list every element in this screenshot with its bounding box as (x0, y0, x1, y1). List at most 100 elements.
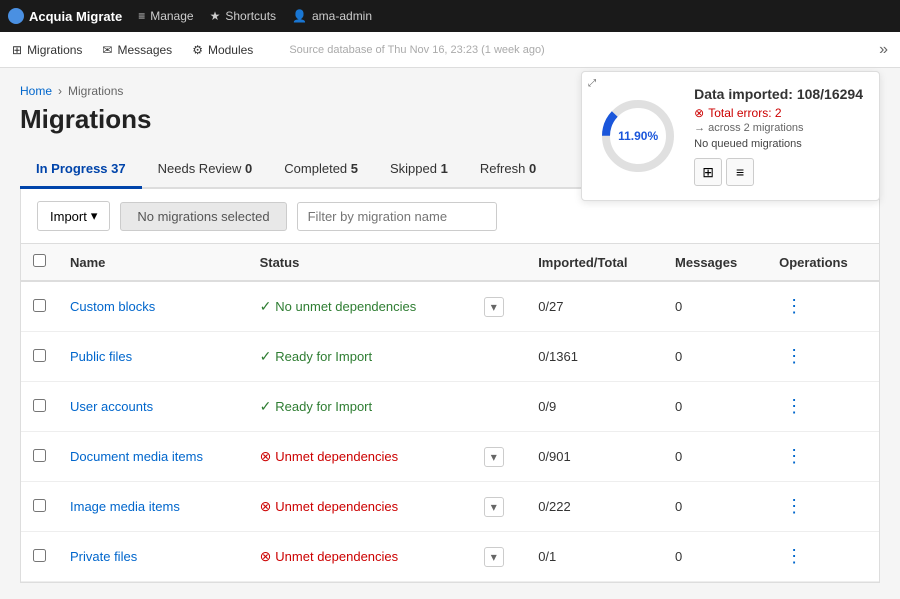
user-nav-item[interactable]: 👤 ama-admin (292, 9, 372, 23)
row-status-cell: ✓ No unmet dependencies (248, 281, 466, 332)
operations-menu-button[interactable]: ⋮ (779, 444, 809, 469)
tab-skipped[interactable]: Skipped 1 (374, 151, 464, 189)
tab-in-progress-count: 37 (111, 161, 125, 176)
status-text: No unmet dependencies (275, 299, 416, 314)
collapse-nav-button[interactable]: » (879, 41, 888, 59)
tab-skipped-label: Skipped (390, 161, 441, 176)
operations-menu-button[interactable]: ⋮ (779, 394, 809, 419)
acquia-icon (8, 8, 24, 24)
operations-menu-button[interactable]: ⋮ (779, 344, 809, 369)
operations-menu-button[interactable]: ⋮ (779, 494, 809, 519)
status-indicator: ✓ Ready for Import (260, 348, 454, 365)
row-checkbox-cell (21, 482, 58, 532)
row-imported-total: 0/901 (526, 432, 663, 482)
row-dropdown-cell: ▾ (466, 432, 526, 482)
status-text: Ready for Import (275, 349, 372, 364)
row-checkbox[interactable] (33, 399, 46, 412)
row-dropdown-cell: ▾ (466, 532, 526, 582)
filter-migration-input[interactable] (297, 202, 497, 231)
source-database-info: Source database of Thu Nov 16, 23:23 (1 … (289, 44, 544, 56)
row-messages: 0 (663, 482, 767, 532)
row-checkbox[interactable] (33, 549, 46, 562)
messages-column-header: Messages (663, 244, 767, 281)
table-row: Private files ⊗ Unmet dependencies ▾ 0/1… (21, 532, 879, 582)
row-operations-cell: ⋮ (767, 382, 879, 432)
card-list-view-button[interactable]: ≡ (726, 158, 754, 186)
chevron-down-icon[interactable]: ▾ (484, 297, 504, 317)
select-all-checkbox[interactable] (33, 254, 46, 267)
secondary-nav-modules[interactable]: ⚙ Modules (192, 43, 253, 57)
operations-menu-button[interactable]: ⋮ (779, 544, 809, 569)
donut-chart: 11.90% (598, 96, 678, 176)
row-imported-total: 0/9 (526, 382, 663, 432)
secondary-nav-messages[interactable]: ✉ Messages (102, 43, 172, 57)
tab-skipped-count: 1 (441, 161, 448, 176)
migration-name-link[interactable]: Document media items (70, 449, 203, 464)
row-status-cell: ⊗ Unmet dependencies (248, 532, 466, 582)
chevron-down-icon[interactable]: ▾ (484, 447, 504, 467)
card-imported-value: 108/16294 (797, 86, 863, 102)
migration-name-link[interactable]: User accounts (70, 399, 153, 414)
chevron-down-icon[interactable]: ▾ (484, 547, 504, 567)
status-text: Ready for Import (275, 399, 372, 414)
tab-completed[interactable]: Completed 5 (268, 151, 374, 189)
status-column-header: Status (248, 244, 466, 281)
error-circle-icon: ⊗ (694, 106, 704, 120)
user-label: ama-admin (312, 9, 372, 23)
chevron-down-icon[interactable]: ▾ (484, 497, 504, 517)
import-button[interactable]: Import ▾ (37, 201, 110, 231)
tab-needs-review[interactable]: Needs Review 0 (142, 151, 269, 189)
row-dropdown-cell (466, 332, 526, 382)
top-navigation: Acquia Migrate ≡ Manage ★ Shortcuts 👤 am… (0, 0, 900, 32)
card-actions: ⊞ ≡ (694, 158, 863, 186)
row-name-cell: Image media items (58, 482, 248, 532)
row-dropdown-cell: ▾ (466, 482, 526, 532)
breadcrumb-home[interactable]: Home (20, 84, 52, 98)
tab-refresh[interactable]: Refresh 0 (464, 151, 552, 189)
secondary-nav-migrations[interactable]: ⊞ Migrations (12, 43, 82, 57)
status-indicator: ✓ Ready for Import (260, 398, 454, 415)
row-checkbox[interactable] (33, 449, 46, 462)
row-name-cell: Public files (58, 332, 248, 382)
status-text: Unmet dependencies (275, 449, 398, 464)
acquia-logo[interactable]: Acquia Migrate (8, 8, 122, 24)
row-checkbox[interactable] (33, 349, 46, 362)
name-column-header: Name (58, 244, 248, 281)
modules-icon: ⚙ (192, 43, 203, 57)
data-card: ⤢ 11.90% Data imported: 108/16294 ⊗ Tota… (581, 71, 880, 201)
migration-name-link[interactable]: Public files (70, 349, 132, 364)
card-grid-view-button[interactable]: ⊞ (694, 158, 722, 186)
total-errors-link[interactable]: Total errors: 2 (708, 106, 781, 120)
migration-name-link[interactable]: Image media items (70, 499, 180, 514)
row-status-cell: ⊗ Unmet dependencies (248, 432, 466, 482)
card-title-label: Data imported: (694, 86, 793, 102)
row-status-cell: ✓ Ready for Import (248, 382, 466, 432)
row-status-cell: ⊗ Unmet dependencies (248, 482, 466, 532)
manage-icon: ≡ (138, 9, 145, 23)
status-indicator: ⊗ Unmet dependencies (260, 548, 454, 565)
table-wrapper: Name Status Imported/Total Messages Oper… (21, 244, 879, 582)
migration-name-link[interactable]: Custom blocks (70, 299, 155, 314)
collapse-card-icon[interactable]: ⤢ (588, 78, 596, 89)
operations-menu-button[interactable]: ⋮ (779, 294, 809, 319)
tab-in-progress-label: In Progress (36, 161, 111, 176)
row-name-cell: Private files (58, 532, 248, 582)
table-row: Document media items ⊗ Unmet dependencie… (21, 432, 879, 482)
import-label: Import (50, 209, 87, 224)
row-dropdown-cell (466, 382, 526, 432)
tabs-area: In Progress 37 Needs Review 0 Completed … (20, 151, 880, 189)
card-errors: ⊗ Total errors: 2 (694, 106, 863, 120)
shortcuts-nav-item[interactable]: ★ Shortcuts (210, 9, 276, 23)
user-icon: 👤 (292, 9, 307, 23)
import-chevron-icon: ▾ (91, 208, 98, 224)
row-checkbox-cell (21, 532, 58, 582)
row-checkbox[interactable] (33, 499, 46, 512)
migration-name-link[interactable]: Private files (70, 549, 137, 564)
manage-nav-item[interactable]: ≡ Manage (138, 9, 193, 23)
card-title: Data imported: 108/16294 (694, 86, 863, 102)
manage-label: Manage (150, 9, 193, 23)
row-checkbox[interactable] (33, 299, 46, 312)
table-row: Custom blocks ✓ No unmet dependencies ▾ … (21, 281, 879, 332)
tab-in-progress[interactable]: In Progress 37 (20, 151, 142, 189)
tab-needs-review-label: Needs Review (158, 161, 245, 176)
